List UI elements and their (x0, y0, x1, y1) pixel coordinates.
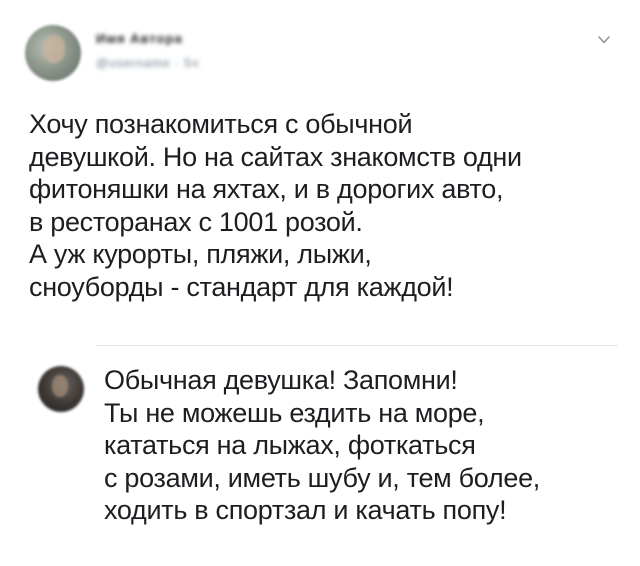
reply-line: с розами, иметь шубу и, тем более, (104, 462, 541, 493)
avatar-face (52, 375, 68, 397)
tweet-line: А уж курорты, пляжи, лыжи, (29, 239, 372, 269)
reply-line: ходить в спортзал и качать попу! (104, 495, 507, 525)
avatar-face (43, 35, 65, 63)
reply-line: Ты не можешь ездить на море, (104, 397, 485, 428)
tweet-line: Хочу познакомиться с обычной (29, 109, 413, 139)
tweet-line: в ресторанах с 1001 розой. (29, 206, 363, 237)
tweet-line: девушкой. Но на сайтах знакомств одни (29, 141, 522, 172)
reply-line: Обычная девушка! Запомни! (104, 365, 458, 395)
author-name[interactable]: Имя Автора (96, 31, 183, 46)
reply-avatar[interactable] (38, 366, 84, 412)
reply-line: кататься на лыжах, фоткаться (104, 430, 476, 460)
author-handle: @username · 5ч (96, 56, 200, 70)
tweet-line: фитоняшки на яхтах, и в дорогих авто, (29, 174, 504, 204)
tweet-card: Имя Автора @username · 5ч Хочу познакоми… (0, 0, 640, 345)
chevron-down-icon[interactable] (597, 33, 611, 47)
tweet-line: сноуборды - стандарт для каждой! (29, 271, 454, 302)
reply-text: Обычная девушка! Запомни! Ты не можешь е… (104, 364, 624, 527)
reply-divider (96, 345, 618, 346)
author-avatar[interactable] (25, 25, 81, 81)
tweet-text: Хочу познакомиться с обычной девушкой. Н… (29, 108, 619, 303)
